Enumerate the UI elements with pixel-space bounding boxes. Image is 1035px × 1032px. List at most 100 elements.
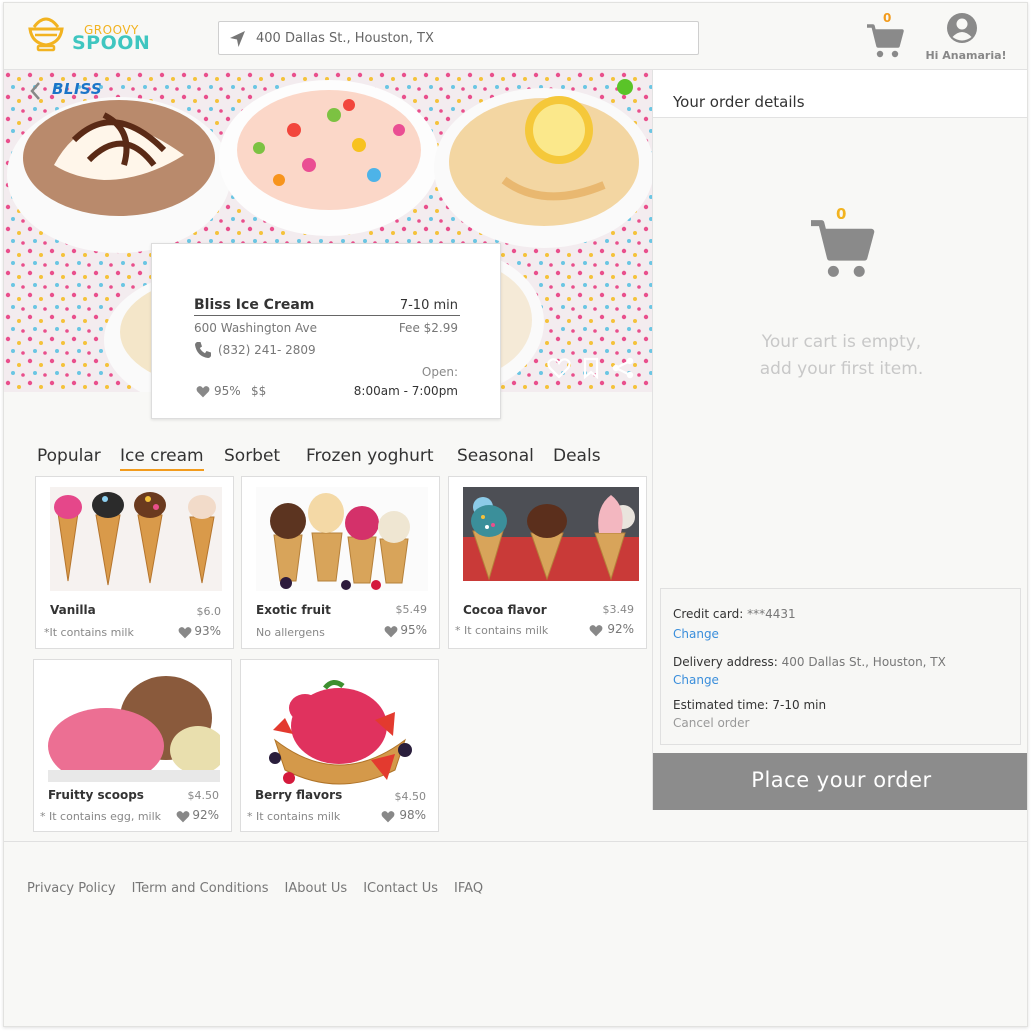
product-rating: 92% bbox=[607, 622, 634, 636]
bookmark-icon[interactable] bbox=[581, 357, 601, 379]
product-rating: 93% bbox=[194, 624, 221, 638]
tab-ice-cream[interactable]: Ice cream bbox=[120, 446, 204, 471]
product-price: $6.0 bbox=[196, 605, 222, 618]
tab-deals[interactable]: Deals bbox=[553, 446, 601, 466]
footer-link-privacy-policy[interactable]: Privacy Policy bbox=[27, 881, 116, 896]
open-label: Open: bbox=[421, 365, 458, 379]
berry-flavors-image bbox=[255, 670, 423, 792]
product-rating: 98% bbox=[399, 808, 426, 822]
delivery-fee: Fee $2.99 bbox=[398, 321, 458, 335]
footer-link-about-us[interactable]: About Us bbox=[288, 881, 347, 896]
order-details-panel: Your order details 0 Your cart is empty,… bbox=[652, 70, 1027, 810]
user-greeting: Hi Anamaria! bbox=[925, 49, 1007, 62]
estimated-time-row: Estimated time: 7-10 min bbox=[673, 698, 826, 712]
footer-links: Privacy Policy ITerm and Conditions IAbout… bbox=[27, 881, 483, 896]
rating-heart-icon bbox=[176, 811, 190, 823]
fruitty-scoops-image bbox=[48, 670, 220, 782]
product-card-cocoa-flavor[interactable]: Cocoa flavor $3.49 * It contains milk 92… bbox=[448, 476, 647, 649]
opening-hours: 8:00am - 7:00pm bbox=[353, 384, 458, 398]
product-allergen-note: * It contains egg, milk bbox=[40, 810, 162, 823]
product-allergen-note: *It contains milk bbox=[44, 626, 134, 639]
user-avatar-icon bbox=[947, 13, 977, 43]
ice-cream-bowl-icon bbox=[28, 17, 64, 52]
restaurant-brand-logo: BLISS bbox=[52, 80, 103, 98]
product-card-berry-flavors[interactable]: Berry flavors $4.50 * It contains milk 9… bbox=[240, 659, 439, 832]
restaurant-name: Bliss Ice Cream bbox=[194, 297, 315, 313]
price-level: $$ bbox=[251, 384, 267, 398]
order-title-bar: Your order details bbox=[653, 70, 1027, 118]
rating-heart-icon bbox=[381, 811, 395, 823]
rating-heart-icon bbox=[589, 625, 603, 637]
delivery-address-value: 400 Dallas St., Houston, TX bbox=[781, 655, 946, 669]
product-name: Cocoa flavor bbox=[463, 603, 547, 617]
product-name: Vanilla bbox=[50, 603, 96, 617]
phone-icon bbox=[195, 342, 211, 358]
credit-card-label: Credit card: bbox=[673, 607, 744, 621]
product-name: Berry flavors bbox=[255, 788, 343, 802]
vanilla-cones-image bbox=[50, 487, 222, 591]
empty-cart-message-line1: Your cart is empty, bbox=[761, 332, 922, 352]
location-search-value: 400 Dallas St., Houston, TX bbox=[256, 31, 434, 46]
restaurant-address: 600 Washington Ave bbox=[194, 321, 318, 335]
product-rating: 92% bbox=[192, 808, 219, 822]
info-divider bbox=[194, 315, 460, 316]
app-frame: GROOVY SPOON 400 Dallas St., Houston, TX… bbox=[3, 2, 1028, 1027]
product-name: Fruitty scoops bbox=[48, 788, 144, 802]
location-search-input[interactable]: 400 Dallas St., Houston, TX bbox=[218, 21, 699, 55]
location-arrow-icon bbox=[230, 31, 245, 47]
user-account-button[interactable]: Hi Anamaria! bbox=[922, 12, 1010, 64]
rating-heart-icon bbox=[178, 627, 192, 639]
product-card-fruitty-scoops[interactable]: Fruitty scoops $4.50 * It contains egg, … bbox=[33, 659, 232, 832]
groovy-spoon-logo[interactable]: GROOVY SPOON bbox=[26, 11, 156, 61]
favorite-heart-icon[interactable] bbox=[547, 357, 571, 379]
credit-card-value: ***4431 bbox=[747, 607, 796, 621]
footer-link-faq[interactable]: FAQ bbox=[458, 881, 483, 896]
product-allergen-note: * It contains milk bbox=[247, 810, 341, 823]
cart-icon bbox=[867, 24, 904, 58]
tab-frozen-yoghurt[interactable]: Frozen yoghurt bbox=[306, 446, 434, 466]
product-price: $3.49 bbox=[602, 603, 635, 616]
change-delivery-address-link[interactable]: Change bbox=[673, 673, 719, 687]
hero-actions bbox=[547, 357, 635, 379]
logo-text-bottom: SPOON bbox=[72, 32, 151, 54]
back-arrow-icon[interactable] bbox=[28, 80, 42, 102]
header-cart-button[interactable]: 0 bbox=[864, 11, 908, 63]
estimated-time-label: Estimated time: bbox=[673, 698, 769, 712]
product-allergen-note: * It contains milk bbox=[455, 624, 549, 637]
delivery-address-row: Delivery address: 400 Dallas St., Housto… bbox=[673, 655, 946, 669]
estimated-time-value: 7-10 min bbox=[772, 698, 827, 712]
product-name: Exotic fruit bbox=[256, 603, 331, 617]
product-rating: 95% bbox=[400, 623, 427, 637]
top-header: GROOVY SPOON 400 Dallas St., Houston, TX… bbox=[4, 3, 1027, 70]
empty-cart-icon bbox=[811, 220, 875, 277]
exotic-fruit-cones-image bbox=[256, 487, 428, 591]
product-card-exotic-fruit[interactable]: Exotic fruit $5.49 No allergens 95% bbox=[241, 476, 440, 649]
product-card-vanilla[interactable]: Vanilla $6.0 *It contains milk 93% bbox=[35, 476, 234, 649]
payment-delivery-details: Credit card: ***4431 Change Delivery add… bbox=[660, 588, 1021, 745]
restaurant-info-card: Bliss Ice Cream 7-10 min 600 Washington … bbox=[151, 243, 501, 419]
product-price: $4.50 bbox=[394, 790, 427, 803]
restaurant-phone[interactable]: (832) 241- 2809 bbox=[218, 343, 316, 357]
product-allergen-note: No allergens bbox=[256, 626, 325, 639]
cocoa-cones-image bbox=[463, 487, 639, 581]
place-order-button[interactable]: Place your order bbox=[653, 753, 1027, 810]
footer-divider bbox=[4, 841, 1027, 842]
change-credit-card-link[interactable]: Change bbox=[673, 627, 719, 641]
tab-sorbet[interactable]: Sorbet bbox=[224, 446, 280, 466]
open-status-indicator bbox=[617, 79, 633, 95]
tab-seasonal[interactable]: Seasonal bbox=[457, 446, 534, 466]
credit-card-row: Credit card: ***4431 bbox=[673, 607, 796, 621]
rating-heart-icon bbox=[196, 386, 210, 398]
delivery-time: 7-10 min bbox=[399, 298, 458, 313]
footer-link-contact-us[interactable]: Contact Us bbox=[367, 881, 438, 896]
footer-link-terms[interactable]: Term and Conditions bbox=[135, 881, 268, 896]
restaurant-rating: 95% bbox=[214, 384, 241, 398]
product-price: $4.50 bbox=[187, 789, 220, 802]
tab-popular[interactable]: Popular bbox=[37, 446, 101, 466]
rating-heart-icon bbox=[384, 626, 398, 638]
cancel-order-link[interactable]: Cancel order bbox=[673, 716, 749, 730]
product-price: $5.49 bbox=[395, 603, 428, 616]
share-icon[interactable] bbox=[611, 357, 635, 379]
delivery-address-label: Delivery address: bbox=[673, 655, 778, 669]
order-title: Your order details bbox=[673, 93, 805, 111]
